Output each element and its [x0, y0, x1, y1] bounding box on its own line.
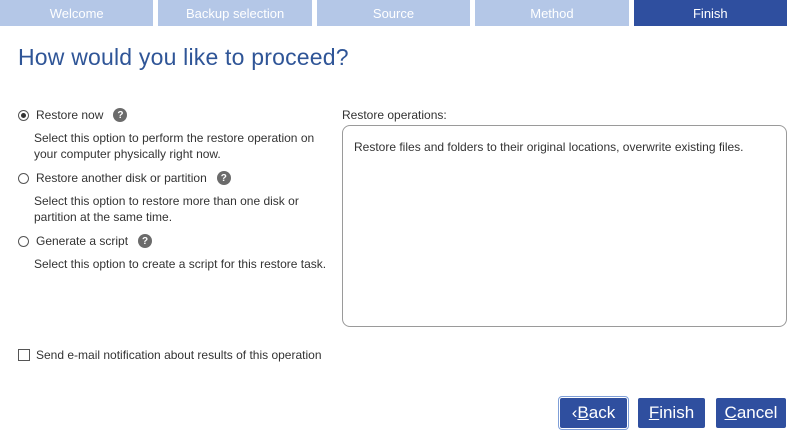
email-notification-label[interactable]: Send e-mail notification about results o…: [36, 348, 322, 362]
restore-now-radio[interactable]: [18, 109, 29, 121]
option-restore-another-row[interactable]: Restore another disk or partition ?: [18, 169, 328, 187]
radio-selected-dot: [21, 112, 26, 118]
question-mark-circle-icon[interactable]: ?: [113, 108, 128, 122]
option-generate-script: Generate a script ? Select this option t…: [18, 232, 328, 272]
finish-button[interactable]: Finish: [638, 398, 705, 428]
step-finish[interactable]: Finish: [633, 0, 787, 26]
step-backup-selection[interactable]: Backup selection: [158, 0, 312, 26]
page-title: How would you like to proceed?: [18, 44, 349, 70]
step-method[interactable]: Method: [475, 0, 629, 26]
restore-now-description: Select this option to perform the restor…: [34, 131, 315, 161]
cancel-label-rest: ancel: [736, 403, 778, 422]
generate-script-label[interactable]: Generate a script: [36, 234, 128, 248]
option-restore-now: Restore now ? Select this option to perf…: [18, 106, 328, 162]
restore-another-radio[interactable]: [18, 172, 29, 184]
wizard-buttons: ‹ Back Finish Cancel: [558, 396, 786, 430]
generate-script-radio[interactable]: [18, 235, 29, 247]
finish-label-rest: inish: [659, 403, 695, 422]
wizard-steps-bar: Welcome Backup selection Source Method F…: [0, 0, 787, 26]
option-restore-now-row[interactable]: Restore now ?: [18, 106, 328, 124]
question-mark-circle-icon[interactable]: ?: [216, 171, 231, 185]
back-button[interactable]: ‹ Back: [558, 396, 629, 430]
email-notification-checkbox[interactable]: [18, 349, 30, 361]
restore-wizard-finish-page: Welcome Backup selection Source Method F…: [0, 0, 787, 441]
option-restore-another: Restore another disk or partition ? Sele…: [18, 169, 328, 225]
restore-operations-text: Restore files and folders to their origi…: [354, 140, 744, 154]
generate-script-description: Select this option to create a script fo…: [34, 257, 327, 271]
step-welcome[interactable]: Welcome: [0, 0, 154, 26]
proceed-options: Restore now ? Select this option to perf…: [18, 106, 328, 279]
restore-now-label[interactable]: Restore now: [36, 108, 103, 122]
step-source[interactable]: Source: [316, 0, 471, 26]
email-notification-row[interactable]: Send e-mail notification about results o…: [18, 348, 322, 362]
restore-operations-label: Restore operations:: [342, 108, 447, 122]
back-accel-key: B: [577, 403, 589, 422]
question-mark-circle-icon[interactable]: ?: [138, 234, 153, 248]
finish-accel-key: F: [648, 403, 660, 422]
cancel-accel-key: C: [724, 403, 737, 422]
cancel-button[interactable]: Cancel: [716, 398, 786, 428]
restore-operations-box: Restore files and folders to their origi…: [342, 125, 787, 327]
restore-another-label[interactable]: Restore another disk or partition: [36, 171, 207, 185]
restore-another-description: Select this option to restore more than …: [34, 194, 299, 224]
back-label-rest: ack: [588, 403, 616, 422]
option-generate-script-row[interactable]: Generate a script ?: [18, 232, 328, 250]
